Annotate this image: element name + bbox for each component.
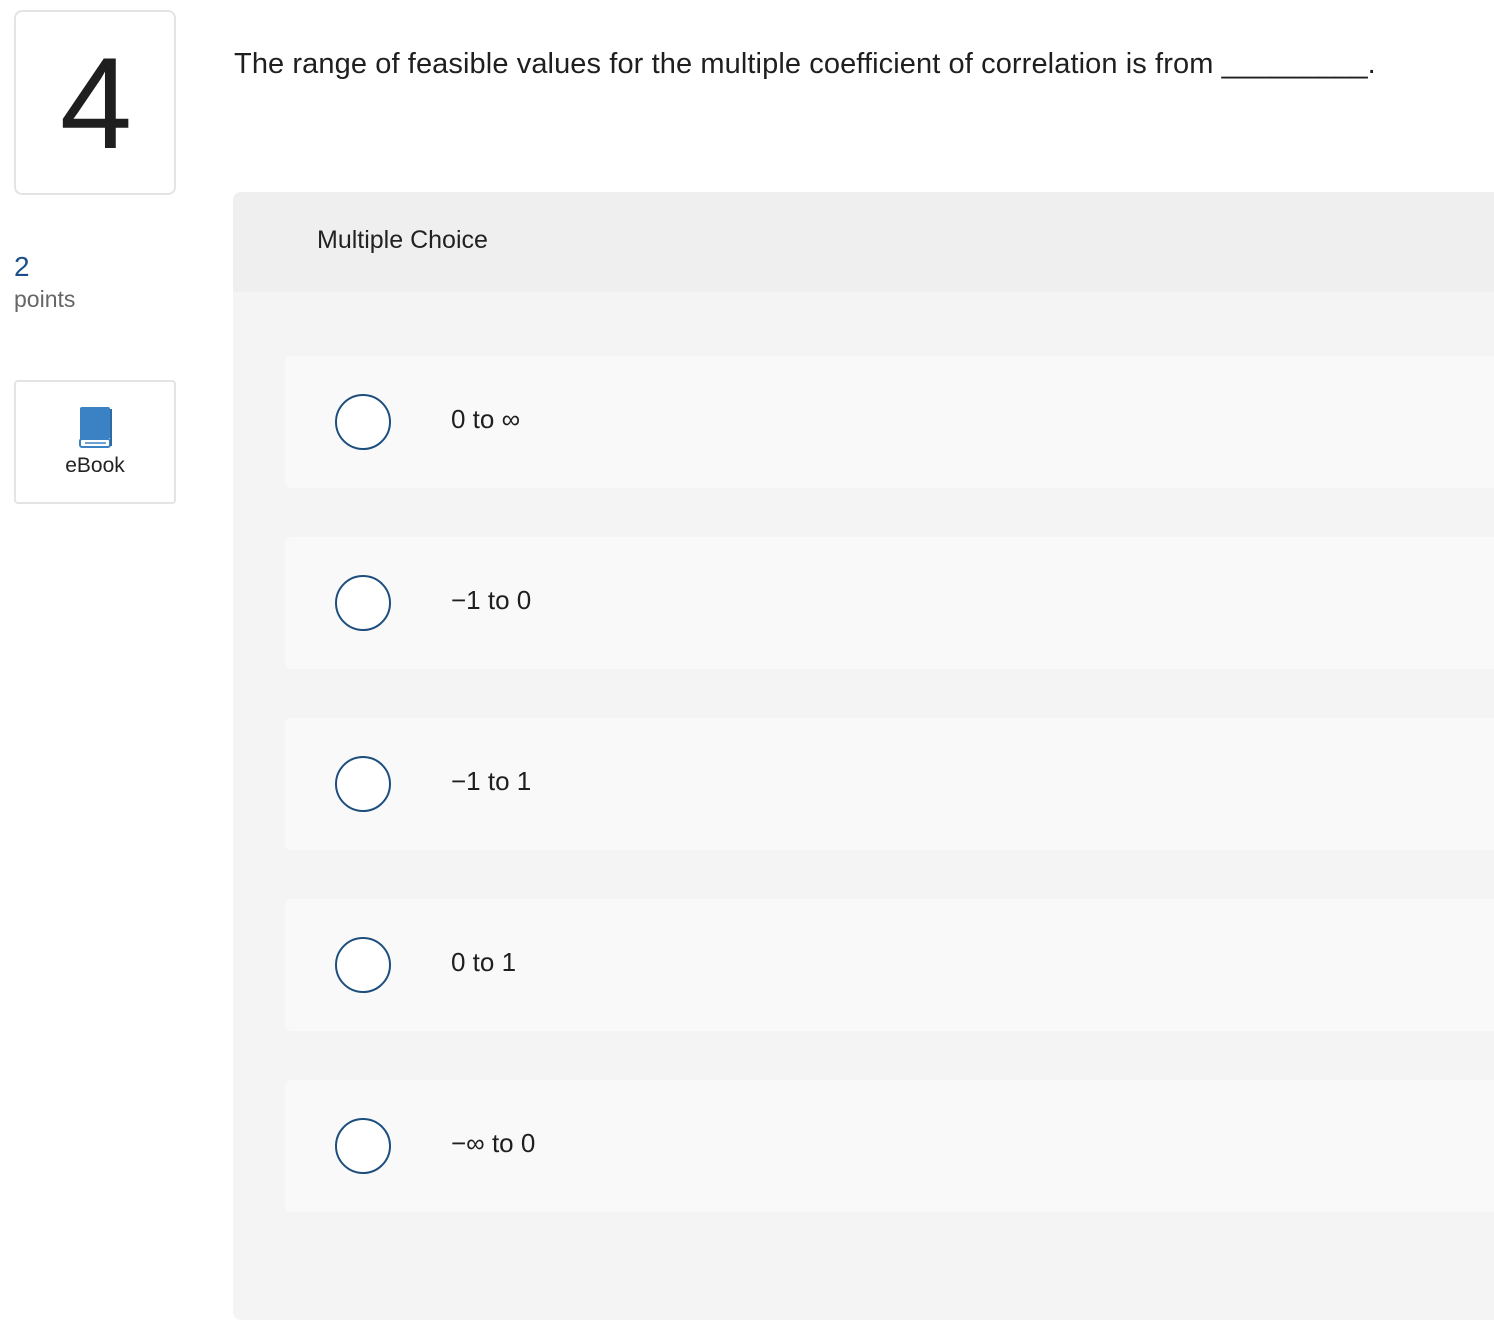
- ebook-button[interactable]: eBook: [14, 380, 176, 504]
- ebook-label: eBook: [65, 454, 125, 477]
- choice-option[interactable]: 0 to ∞: [285, 356, 1494, 488]
- answer-panel-header: Multiple Choice: [233, 192, 1494, 292]
- book-icon: [79, 407, 112, 448]
- choice-option[interactable]: −∞ to 0: [285, 1080, 1494, 1212]
- radio-button[interactable]: [335, 394, 391, 450]
- points-info: 2 points: [14, 250, 75, 314]
- radio-button[interactable]: [335, 1118, 391, 1174]
- choice-label: −1 to 1: [451, 766, 532, 796]
- radio-button[interactable]: [335, 937, 391, 993]
- choice-option[interactable]: 0 to 1: [285, 899, 1494, 1031]
- points-value: 2: [14, 251, 30, 282]
- choice-label: −∞ to 0: [451, 1128, 536, 1158]
- choice-label: −1 to 0: [451, 585, 532, 615]
- answer-panel: Multiple Choice 0 to ∞ −1 to 0 −1 to 1 0…: [233, 192, 1494, 1320]
- choice-option[interactable]: −1 to 0: [285, 537, 1494, 669]
- choice-option[interactable]: −1 to 1: [285, 718, 1494, 850]
- radio-button[interactable]: [335, 575, 391, 631]
- question-number-box: 4: [14, 10, 176, 195]
- choice-label: 0 to ∞: [451, 404, 521, 434]
- choice-label: 0 to 1: [451, 947, 517, 977]
- question-number: 4: [59, 29, 132, 176]
- points-label: points: [14, 286, 76, 312]
- question-text: The range of feasible values for the mul…: [234, 48, 1376, 80]
- radio-button[interactable]: [335, 756, 391, 812]
- question-type-label: Multiple Choice: [317, 226, 488, 254]
